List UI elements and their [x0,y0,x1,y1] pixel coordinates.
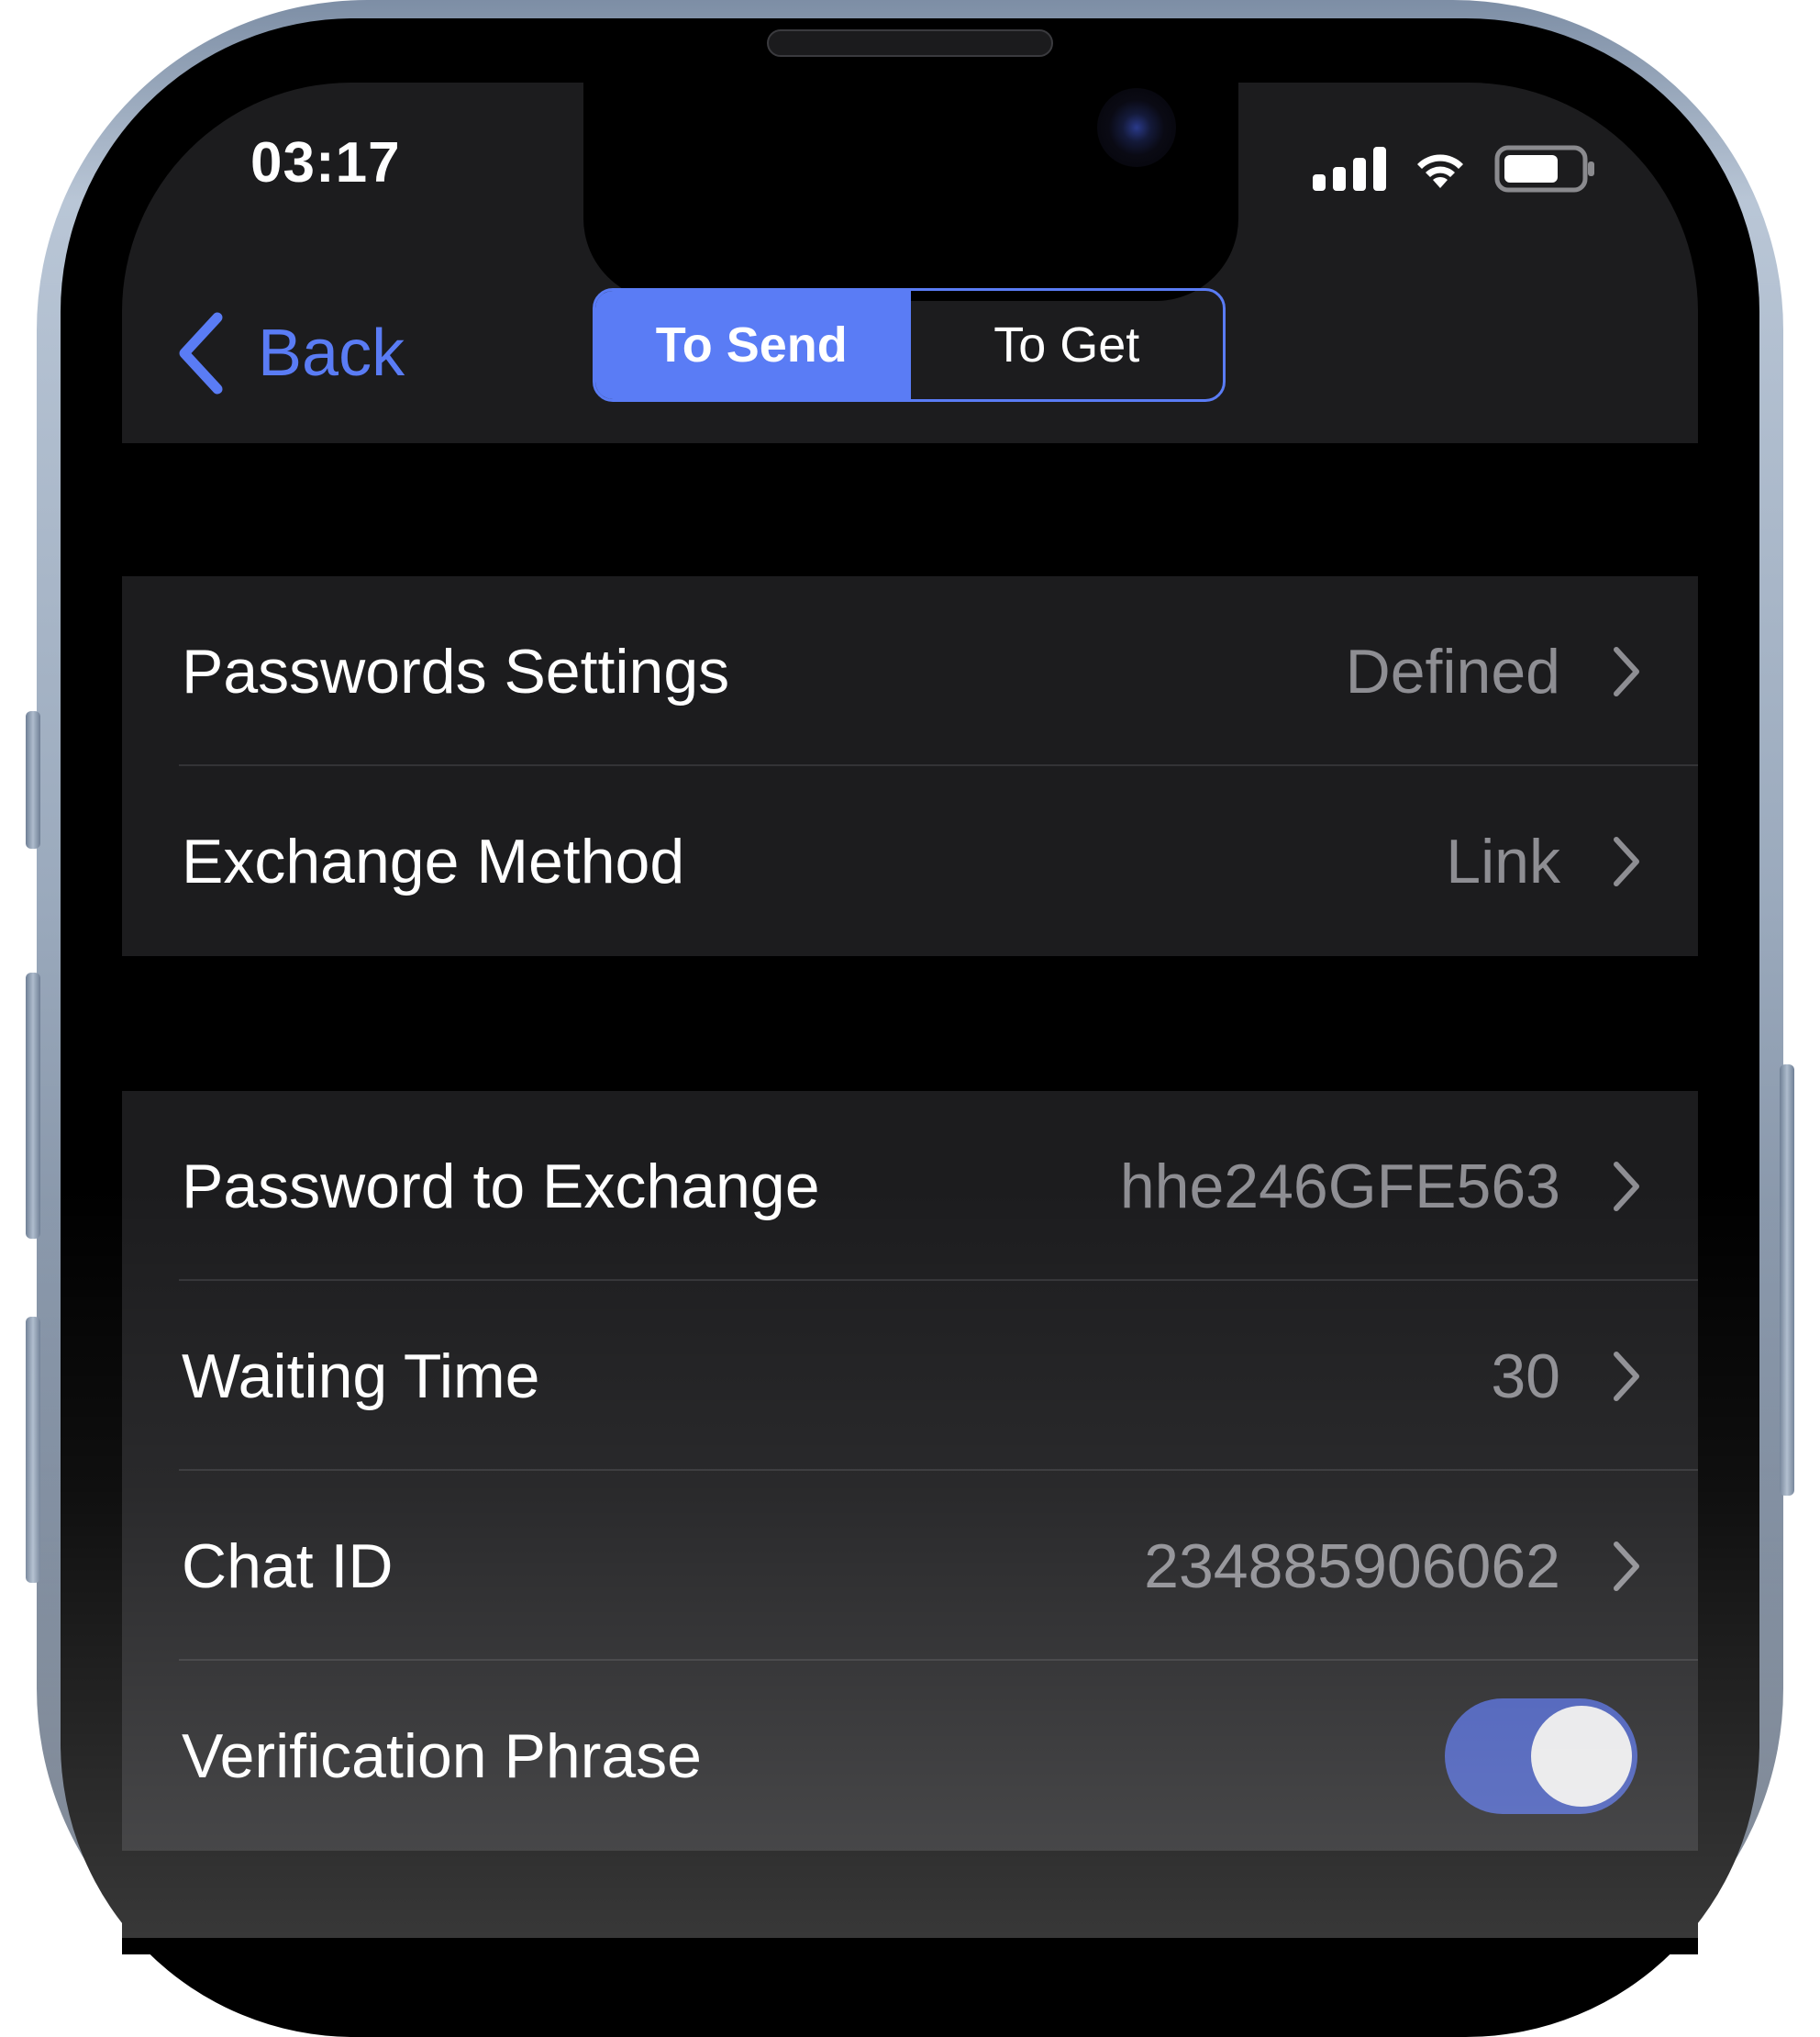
settings-group-general: Passwords Settings Defined Exchange Meth… [122,576,1698,956]
verification-phrase-toggle[interactable] [1445,1698,1637,1814]
status-icons [1313,143,1597,195]
row-label: Chat ID [182,1531,394,1601]
segmented-control: To Send To Get [593,288,1226,402]
row-exchange-method[interactable]: Exchange Method Link [122,766,1698,956]
row-label: Password to Exchange [182,1151,820,1221]
row-verification-phrase: Verification Phrase [122,1661,1698,1851]
cellular-signal-icon [1313,147,1386,191]
row-label: Passwords Settings [182,636,730,707]
silent-switch [26,711,40,849]
battery-icon [1494,145,1594,193]
volume-up-button [26,973,40,1239]
toggle-knob [1531,1705,1632,1807]
back-button[interactable]: Back [177,303,405,404]
row-waiting-time[interactable]: Waiting Time 30 [122,1281,1698,1471]
status-time: 03:17 [250,131,401,195]
segment-to-send[interactable]: To Send [595,291,908,399]
row-value: Defined [1345,636,1560,707]
earpiece-speaker [767,29,1053,57]
front-camera [1097,88,1176,167]
chevron-left-icon [179,312,223,395]
chevron-right-icon [1614,646,1639,696]
segment-to-get[interactable]: To Get [907,291,1224,399]
row-label: Waiting Time [182,1341,540,1411]
chevron-right-icon [1614,836,1639,886]
screen: 03:17 Back To Send To Get Passwords Sett… [122,83,1698,1954]
chevron-right-icon [1614,1161,1639,1211]
row-label: Exchange Method [182,826,685,896]
chevron-right-icon [1614,1541,1639,1591]
wifi-icon [1417,154,1463,188]
chevron-right-icon [1614,1351,1639,1401]
row-value: 30 [1491,1341,1560,1411]
row-value: 234885906062 [1144,1531,1560,1601]
row-passwords-settings[interactable]: Passwords Settings Defined [122,576,1698,766]
power-button [1780,1064,1794,1496]
notch [583,83,1238,301]
row-password-to-exchange[interactable]: Password to Exchange hhe246GFE563 [122,1091,1698,1281]
row-chat-id[interactable]: Chat ID 234885906062 [122,1471,1698,1661]
settings-list: Passwords Settings Defined Exchange Meth… [122,443,1698,1954]
phone-device: 03:17 Back To Send To Get Passwords Sett… [0,0,1820,2037]
volume-down-button [26,1317,40,1583]
row-value: hhe246GFE563 [1119,1151,1560,1221]
settings-group-exchange: Password to Exchange hhe246GFE563 Waitin… [122,1091,1698,1851]
row-value: Link [1446,826,1560,896]
back-label: Back [258,317,405,390]
row-label: Verification Phrase [182,1720,702,1791]
